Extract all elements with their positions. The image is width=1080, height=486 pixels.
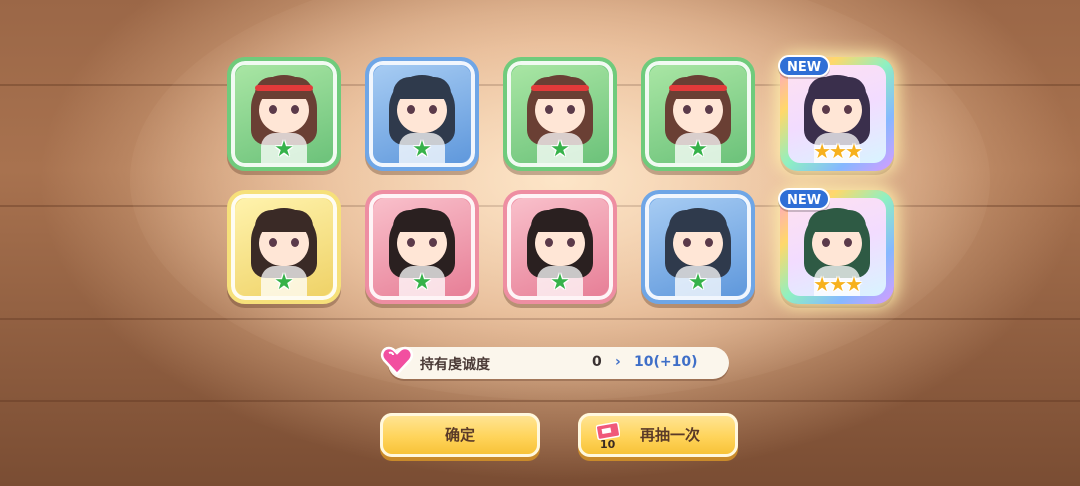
- heart-gem-icon: [380, 346, 414, 376]
- result-card[interactable]: ★: [503, 190, 617, 304]
- rarity-one-star-icon: ★: [550, 137, 570, 162]
- ticket-count: 10: [600, 438, 616, 451]
- rarity-one-star-icon: ★: [274, 270, 294, 295]
- rarity-one-star-icon: ★: [688, 270, 708, 295]
- affinity-label: 持有虔诚度: [420, 357, 490, 373]
- rarity-three-star-icon: ★★★: [813, 139, 863, 163]
- confirm-button-label: 确定: [444, 426, 475, 444]
- rarity-one-star-icon: ★: [412, 137, 432, 162]
- rarity-one-star-icon: ★: [274, 137, 294, 162]
- result-card[interactable]: ★: [641, 57, 755, 171]
- rarity-three-star-icon: ★★★: [813, 272, 863, 296]
- new-badge: NEW: [778, 55, 830, 77]
- rarity-one-star-icon: ★: [550, 270, 570, 295]
- result-card[interactable]: ★: [641, 190, 755, 304]
- affinity-arrow: ›: [615, 354, 621, 370]
- rarity-one-star-icon: ★: [412, 270, 432, 295]
- rarity-one-star-icon: ★: [688, 137, 708, 162]
- draw-again-button-label: 再抽一次: [639, 426, 700, 444]
- result-card[interactable]: ★: [365, 57, 479, 171]
- affinity-current-value: 0: [592, 354, 602, 370]
- confirm-button[interactable]: 确定: [380, 413, 540, 457]
- affinity-new-value: 10(+10): [634, 354, 698, 370]
- result-card[interactable]: ★: [503, 57, 617, 171]
- result-card[interactable]: ★: [227, 57, 341, 171]
- result-card[interactable]: ★: [365, 190, 479, 304]
- wood-plank-line: [0, 400, 1080, 402]
- result-card[interactable]: ★: [227, 190, 341, 304]
- new-badge: NEW: [778, 188, 830, 210]
